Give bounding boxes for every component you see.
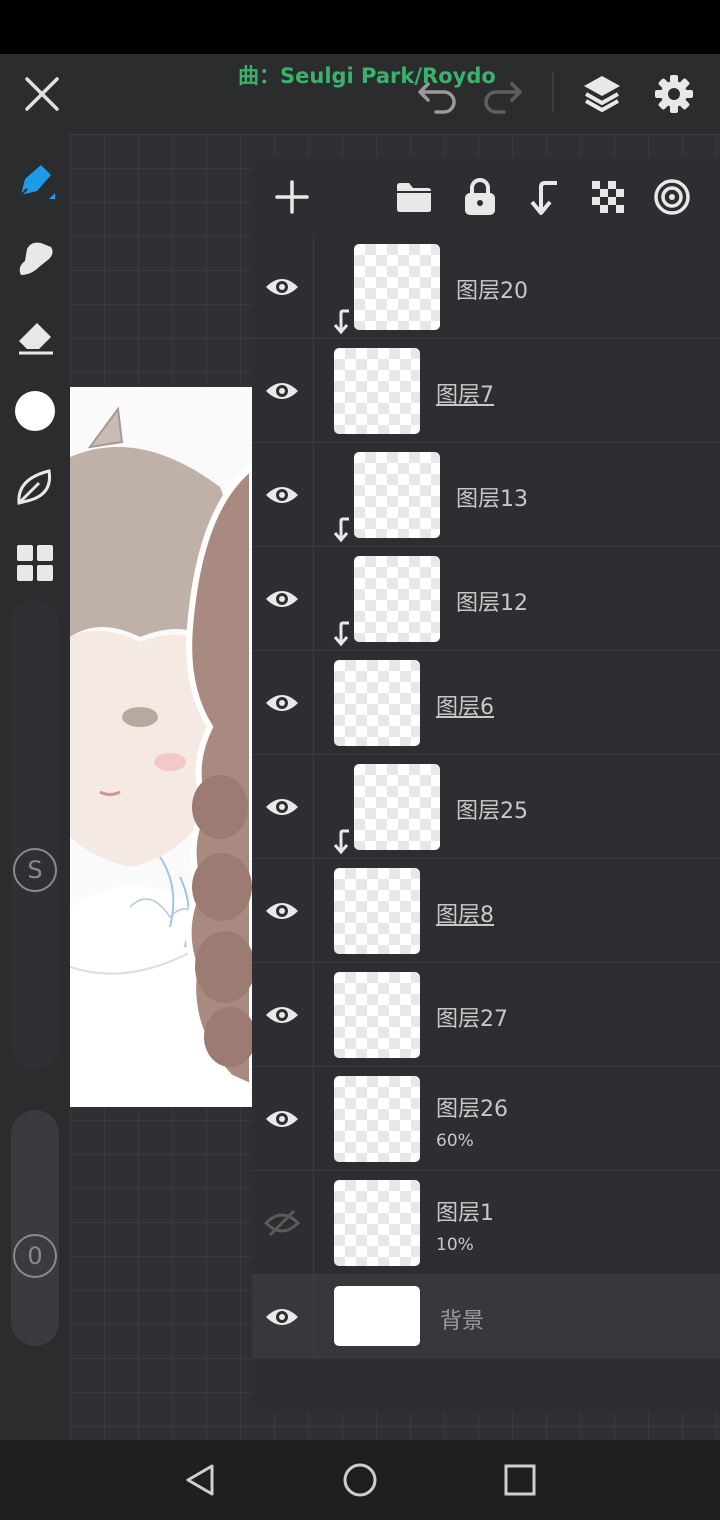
clipping-arrow-icon: [332, 829, 352, 855]
layer-name: 图层13: [456, 487, 528, 512]
home-nav-icon[interactable]: [340, 1460, 380, 1500]
system-nav-bar: [0, 1440, 720, 1520]
layer-opacity: 60%: [436, 1131, 474, 1151]
add-layer-icon[interactable]: [272, 177, 312, 217]
close-icon[interactable]: [22, 74, 62, 118]
layer-thumbnail: [334, 660, 420, 746]
layer-name: 图层6: [436, 695, 494, 720]
layer-name: 图层25: [456, 799, 528, 824]
layer-thumbnail: [334, 1076, 420, 1162]
eye-icon[interactable]: [264, 377, 300, 409]
toolbar-divider: [552, 72, 554, 112]
layer-row[interactable]: 图层13: [252, 443, 720, 547]
layer-name: 图层26: [436, 1097, 508, 1122]
layer-row[interactable]: 图层12: [252, 547, 720, 651]
redo-icon[interactable]: [480, 74, 524, 118]
eye-icon[interactable]: [264, 585, 300, 617]
layer-thumbnail: [354, 764, 440, 850]
status-bar: [0, 0, 720, 54]
lock-icon[interactable]: [460, 177, 500, 217]
layer-name: 图层1: [436, 1201, 494, 1226]
eye-icon[interactable]: [264, 689, 300, 721]
eye-icon[interactable]: [264, 1105, 300, 1137]
layer-row[interactable]: 图层20: [252, 235, 720, 339]
color-picker-swatch[interactable]: [10, 386, 60, 436]
layer-name: 图层8: [436, 903, 494, 928]
layer-thumbnail: [334, 868, 420, 954]
opacity-slider[interactable]: [11, 1110, 59, 1346]
clipping-icon[interactable]: [524, 177, 564, 217]
eye-icon[interactable]: [264, 481, 300, 513]
eye-icon[interactable]: [264, 897, 300, 929]
recents-nav-icon[interactable]: [500, 1460, 540, 1500]
eye-icon[interactable]: [264, 1303, 300, 1335]
layers-icon[interactable]: [580, 72, 624, 120]
layer-row[interactable]: 图层6: [252, 651, 720, 755]
eye-icon[interactable]: [264, 1001, 300, 1033]
layer-thumbnail: [334, 972, 420, 1058]
layer-name: 图层27: [436, 1007, 508, 1032]
layer-row[interactable]: 图层25: [252, 755, 720, 859]
layer-name: 图层7: [436, 383, 494, 408]
layer-name: 图层20: [456, 279, 528, 304]
brush-tool-icon[interactable]: [10, 156, 60, 206]
brush-size-indicator: S: [13, 848, 57, 892]
folder-icon[interactable]: [394, 177, 434, 217]
clipping-arrow-icon: [332, 517, 352, 543]
layer-row[interactable]: 图层27: [252, 963, 720, 1067]
leaf-icon[interactable]: [10, 462, 60, 512]
clipping-arrow-icon: [332, 621, 352, 647]
undo-icon[interactable]: [416, 74, 460, 118]
layer-thumbnail: [334, 1180, 420, 1266]
layer-thumbnail: [354, 556, 440, 642]
reference-target-icon[interactable]: [652, 177, 692, 217]
material-grid-icon[interactable]: [10, 538, 60, 588]
layer-name: 背景: [440, 1309, 485, 1334]
brush-size-slider[interactable]: [11, 600, 59, 1070]
layer-thumbnail: [334, 348, 420, 434]
alpha-lock-checker-icon[interactable]: [588, 177, 628, 217]
layer-row[interactable]: 图层8: [252, 859, 720, 963]
settings-gear-icon[interactable]: [652, 72, 696, 120]
layer-thumbnail: [354, 452, 440, 538]
layer-name: 图层12: [456, 591, 528, 616]
opacity-indicator: 0: [13, 1234, 57, 1278]
eye-hidden-icon[interactable]: [263, 1209, 301, 1241]
eraser-tool-icon[interactable]: [10, 310, 60, 360]
smudge-tool-icon[interactable]: [10, 234, 60, 284]
back-nav-icon[interactable]: [180, 1460, 220, 1500]
layer-row[interactable]: 图层1 10%: [252, 1171, 720, 1275]
layer-thumbnail: [354, 244, 440, 330]
artwork-canvas[interactable]: [70, 387, 252, 1107]
eye-icon[interactable]: [264, 273, 300, 305]
layer-row[interactable]: 图层7: [252, 339, 720, 443]
layer-opacity: 10%: [436, 1235, 474, 1255]
layer-thumbnail: [334, 1286, 420, 1346]
layer-panel-toolbar: [252, 157, 720, 235]
eye-icon[interactable]: [264, 793, 300, 825]
layer-row[interactable]: 图层26 60%: [252, 1067, 720, 1171]
layer-list: 图层19图层20图层7图层13图层12图层6图层25图层8图层27图层2660%…: [252, 157, 720, 1412]
layer-panel: 图层19图层20图层7图层13图层12图层6图层25图层8图层27图层2660%…: [252, 157, 720, 1412]
clipping-arrow-icon: [332, 309, 352, 335]
layer-row[interactable]: 背景: [252, 1275, 720, 1359]
